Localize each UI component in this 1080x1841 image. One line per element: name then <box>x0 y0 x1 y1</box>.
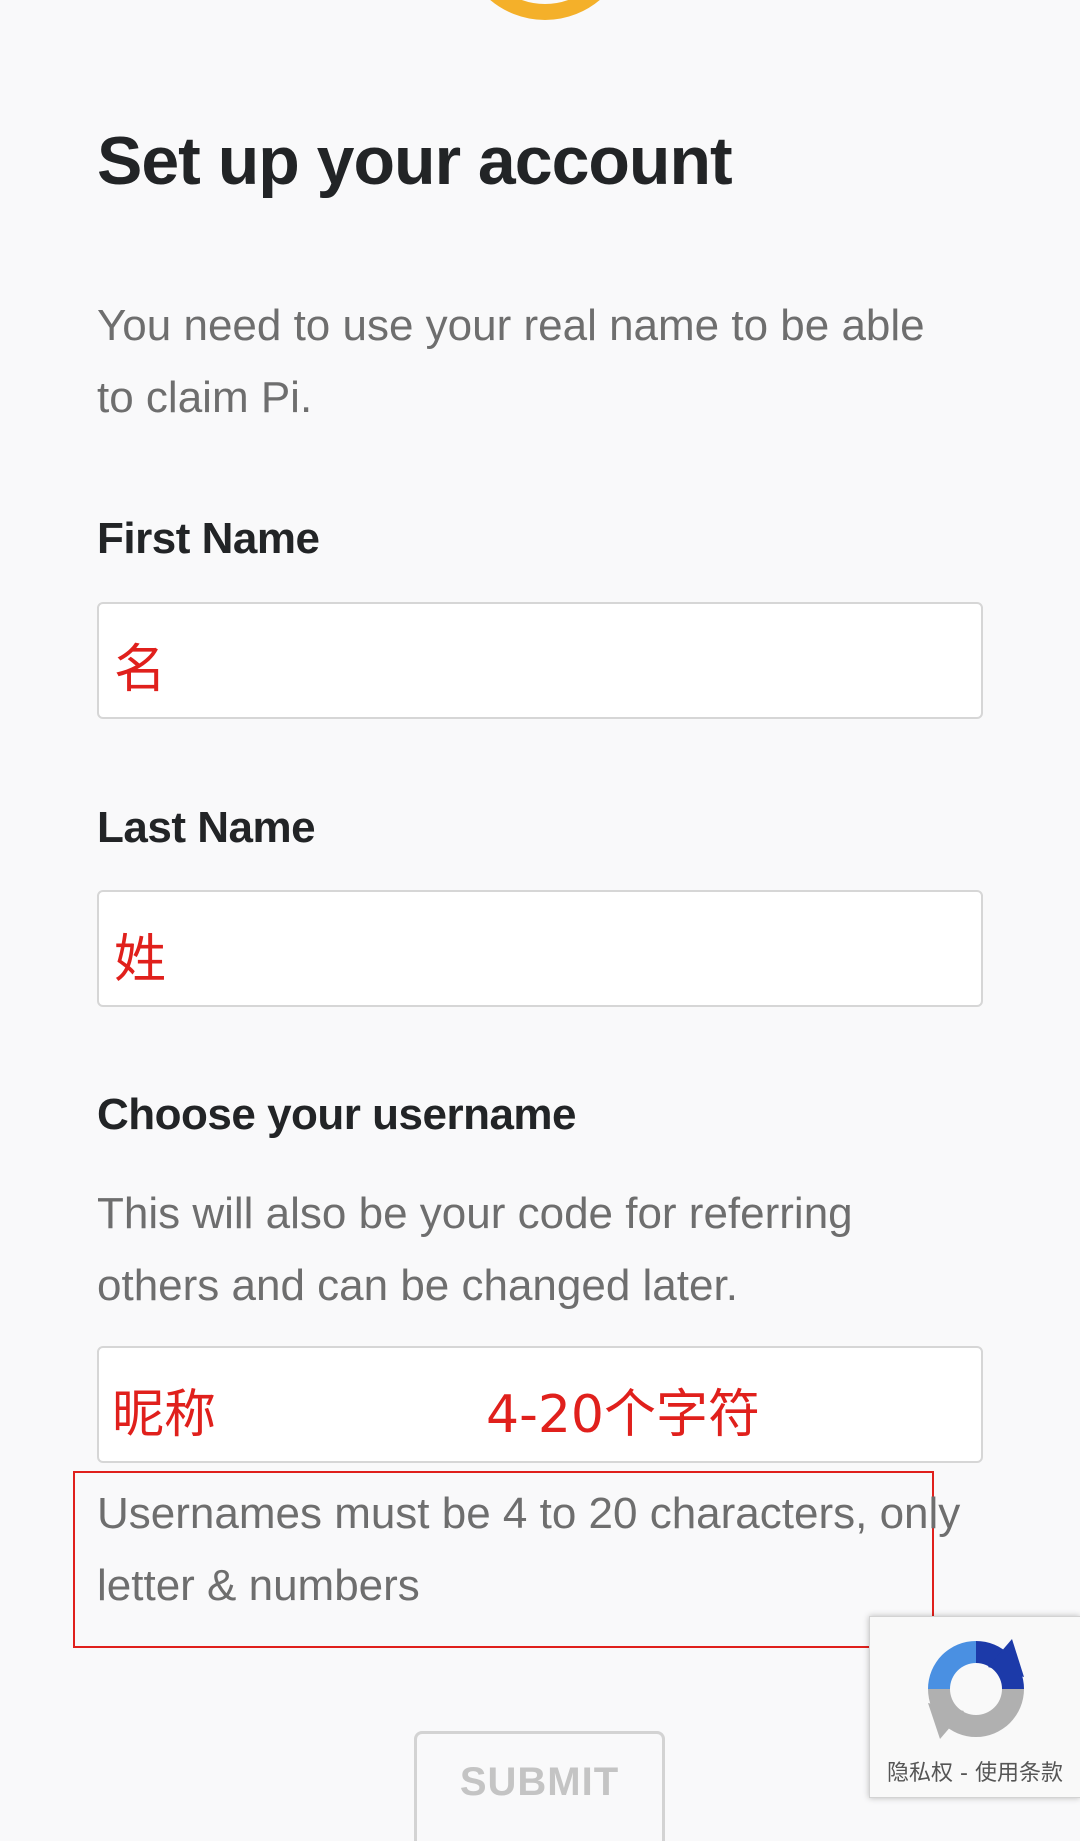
pi-logo <box>460 0 630 20</box>
username-hint: Usernames must be 4 to 20 characters, on… <box>97 1489 961 1610</box>
submit-button[interactable]: SUBMIT <box>414 1731 665 1841</box>
first-name-label: First Name <box>97 514 320 563</box>
username-input[interactable] <box>99 1348 981 1461</box>
username-description: This will also be your code for referrin… <box>97 1189 853 1310</box>
username-label: Choose your username <box>97 1090 577 1139</box>
last-name-input[interactable] <box>99 892 981 1005</box>
last-name-label: Last Name <box>97 803 316 852</box>
first-name-field[interactable] <box>97 602 983 719</box>
first-name-input[interactable] <box>99 604 981 717</box>
recaptcha-badge[interactable]: 隐私权 - 使用条款 <box>869 1616 1080 1798</box>
recaptcha-icon <box>928 1639 1024 1739</box>
last-name-field[interactable] <box>97 890 983 1007</box>
page-title: Set up your account <box>97 123 733 199</box>
page-intro: You need to use your real name to be abl… <box>97 301 925 422</box>
recaptcha-links[interactable]: 隐私权 - 使用条款 <box>870 1755 1080 1787</box>
username-field[interactable] <box>97 1346 983 1463</box>
